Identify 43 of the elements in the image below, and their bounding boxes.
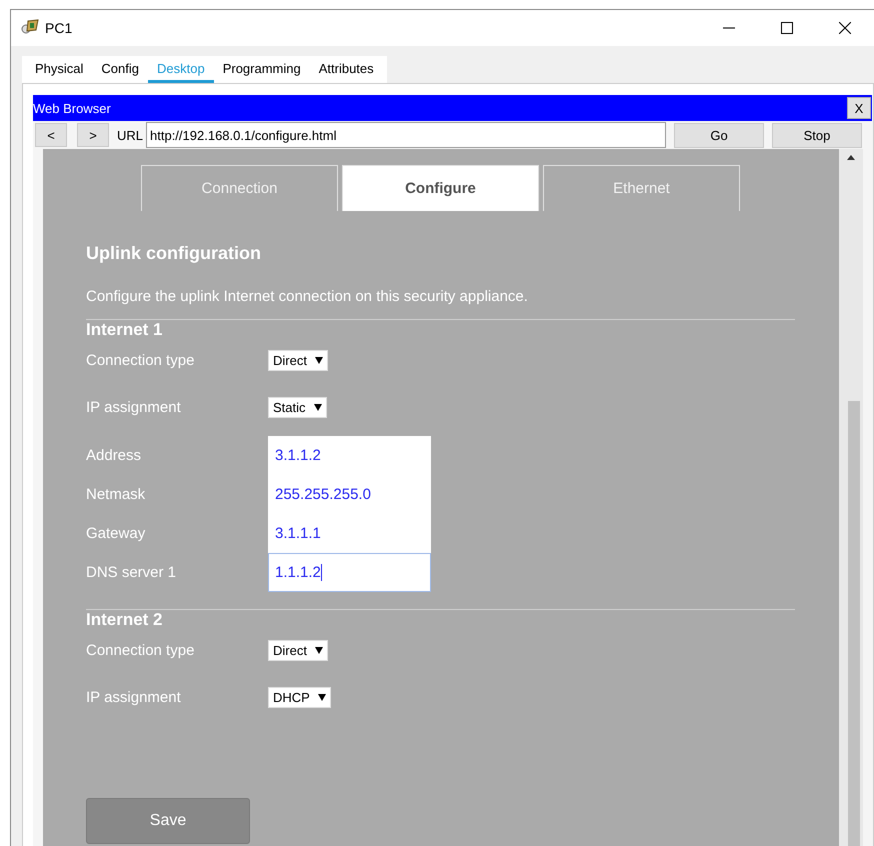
- field-label: Address: [86, 447, 142, 464]
- input-field[interactable]: 255.255.255.0: [268, 475, 431, 514]
- url-field[interactable]: http://192.168.0.1/configure.html: [146, 122, 666, 148]
- section-title: Internet 2: [86, 610, 164, 630]
- caret-icon: [314, 647, 323, 654]
- section-title: Internet 1: [86, 320, 164, 340]
- maximize-icon: [781, 22, 793, 34]
- field-label: Gateway: [86, 525, 146, 542]
- field-label: DNS server 1: [86, 564, 178, 581]
- tab[interactable]: Programming: [214, 56, 310, 83]
- field-label: Connection type: [86, 352, 196, 369]
- nav-tab[interactable]: Configure: [342, 165, 539, 211]
- forward-button[interactable]: >: [77, 123, 109, 147]
- browser-title: Web Browser: [33, 100, 111, 116]
- dropdown[interactable]: Direct: [268, 640, 328, 661]
- tab[interactable]: Config: [92, 56, 148, 83]
- dropdown[interactable]: Direct: [268, 350, 328, 371]
- close-button[interactable]: X: [847, 97, 871, 119]
- stop-button[interactable]: Stop: [772, 122, 862, 148]
- scrollbar[interactable]: [839, 149, 863, 846]
- window-title: PC1: [45, 20, 72, 36]
- caret-icon: [314, 357, 323, 364]
- caret-icon: [314, 404, 322, 411]
- save-button[interactable]: Save: [86, 798, 250, 844]
- go-button[interactable]: Go: [674, 122, 764, 148]
- page-heading: Uplink configuration: [86, 243, 262, 264]
- field-label: IP assignment: [86, 689, 182, 706]
- back-button[interactable]: <: [35, 123, 67, 147]
- field-label: Connection type: [86, 642, 196, 659]
- tab[interactable]: Attributes: [310, 56, 383, 83]
- scroll-up-icon[interactable]: [847, 155, 855, 160]
- intro-text: Configure the uplink Internet connection on this security appliance.: [86, 288, 529, 305]
- dropdown[interactable]: DHCP: [268, 687, 331, 708]
- url-label: URL: [117, 128, 144, 142]
- tab[interactable]: Physical: [26, 56, 92, 83]
- input-field[interactable]: 3.1.1.2: [268, 436, 431, 475]
- field-label: Netmask: [86, 486, 146, 503]
- close-icon: [839, 22, 851, 34]
- field-label: IP assignment: [86, 399, 182, 416]
- caret-icon: [318, 694, 326, 701]
- input-field[interactable]: 1.1.1.2: [268, 553, 431, 592]
- dropdown[interactable]: Static: [268, 397, 327, 418]
- input-field[interactable]: 3.1.1.1: [268, 514, 431, 553]
